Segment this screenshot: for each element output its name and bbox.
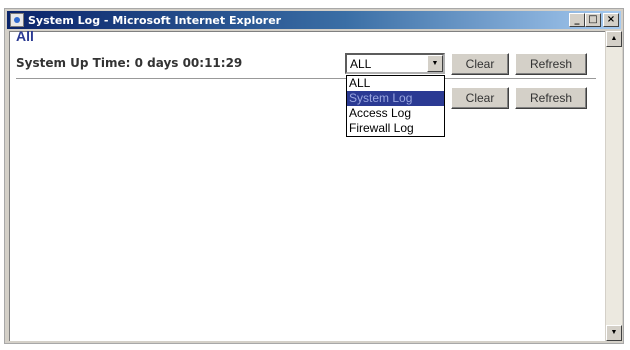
log-type-select[interactable]: ALL ▼ xyxy=(345,53,445,74)
dropdown-option-access-log[interactable]: Access Log xyxy=(347,106,444,121)
divider xyxy=(16,78,596,80)
dropdown-option-all[interactable]: ALL xyxy=(347,76,444,91)
refresh-button[interactable]: Refresh xyxy=(515,53,587,75)
log-type-dropdown-list: ALL System Log Access Log Firewall Log xyxy=(346,75,445,137)
clear-button[interactable]: Clear xyxy=(451,53,509,75)
system-uptime-text: System Up Time: 0 days 00:11:29 xyxy=(16,56,243,70)
chevron-down-icon[interactable]: ▼ xyxy=(427,55,443,72)
clear-button-bottom[interactable]: Clear xyxy=(451,87,509,109)
title-bar[interactable]: System Log - Microsoft Internet Explorer… xyxy=(7,11,621,29)
dropdown-option-system-log[interactable]: System Log xyxy=(347,91,444,106)
scroll-down-icon[interactable]: ▼ xyxy=(606,325,622,341)
maximize-button[interactable]: □ xyxy=(585,13,601,27)
scroll-up-icon[interactable]: ▲ xyxy=(606,31,622,47)
dropdown-option-firewall-log[interactable]: Firewall Log xyxy=(347,121,444,136)
close-button[interactable]: × xyxy=(603,13,619,27)
minimize-button[interactable]: _ xyxy=(569,13,585,27)
ie-icon xyxy=(10,13,24,27)
page-title: All xyxy=(16,28,34,44)
window-title: System Log - Microsoft Internet Explorer xyxy=(28,13,282,27)
vertical-scrollbar[interactable]: ▲ ▼ xyxy=(606,31,622,341)
caption-buttons: _ □ × xyxy=(569,13,619,27)
log-type-select-value: ALL xyxy=(350,57,372,71)
refresh-button-bottom[interactable]: Refresh xyxy=(515,87,587,109)
